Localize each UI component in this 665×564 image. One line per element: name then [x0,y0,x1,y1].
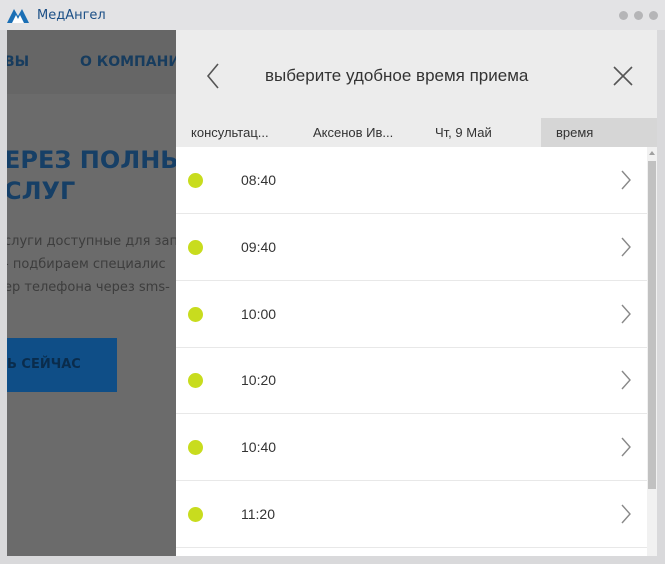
step-time[interactable]: время [541,118,657,147]
app-window: МедАнгел ВЫ О КОМПАНИИ ЕРЕЗ ПОЛНЫ СЛУГ с… [0,0,665,564]
scroll-up-icon[interactable] [649,151,655,155]
available-dot-icon [188,240,203,255]
slot-list-scrollbar[interactable] [647,147,657,556]
scroll-thumb[interactable] [648,161,656,489]
chevron-right-icon [621,370,631,390]
slot-time: 11:20 [241,506,275,522]
available-dot-icon [188,173,203,188]
step-service[interactable]: консультац... [191,118,291,147]
time-slot[interactable]: 10:40 [176,414,647,481]
hero-text-line: слуги доступные для зап [7,234,178,249]
panel-title: выберите удобное время приема [265,66,529,85]
time-slot[interactable]: 09:40 [176,214,647,281]
hero-description: слуги доступные для зап - подбираем спец… [7,230,178,299]
slot-time: 08:40 [241,172,277,188]
available-dot-icon [188,307,203,322]
window-dot-icon[interactable] [619,11,628,20]
slot-time: 10:00 [241,306,277,322]
slot-time: 10:40 [241,439,277,455]
step-date[interactable]: Чт, 9 Май [435,118,535,147]
window-dot-icon[interactable] [634,11,643,20]
chevron-right-icon [621,437,631,457]
chevron-right-icon [621,304,631,324]
nav-item-about[interactable]: О КОМПАНИИ [80,54,192,70]
time-slot[interactable]: 10:00 [176,281,647,348]
hero-title: ЕРЕЗ ПОЛНЫ СЛУГ [7,145,185,207]
available-dot-icon [188,440,203,455]
book-now-button[interactable]: Ь СЕЙЧАС [7,338,117,392]
hero-text-line: - подбираем специалис [7,257,166,272]
hero-title-line: СЛУГ [7,177,76,205]
booking-panel: выберите удобное время приема консультац… [176,30,657,556]
chevron-left-icon[interactable] [202,62,224,90]
slot-time: 10:20 [241,372,277,388]
title-bar: МедАнгел [0,0,665,30]
time-slot[interactable]: 08:40 [176,147,647,214]
booking-steps: консультац... Аксенов Ив... Чт, 9 Май вр… [176,118,657,147]
hero-title-line: ЕРЕЗ ПОЛНЫ [7,146,186,174]
app-title: МедАнгел [37,8,106,23]
time-slot[interactable]: 10:20 [176,347,647,414]
nav-item-reviews[interactable]: ВЫ [7,54,29,70]
window-dot-icon[interactable] [649,11,658,20]
book-now-label: Ь СЕЙЧАС [7,357,81,372]
hero-text-line: ер телефона через sms- [7,280,170,295]
chevron-right-icon [621,504,631,524]
available-dot-icon [188,373,203,388]
chevron-right-icon [621,237,631,257]
time-slot-list: 08:40 09:40 10:00 10:20 10:40 11:20 [176,147,647,556]
time-slot[interactable]: 11:20 [176,481,647,548]
panel-header: выберите удобное время приема [176,30,657,118]
available-dot-icon [188,507,203,522]
chevron-right-icon [621,170,631,190]
step-doctor[interactable]: Аксенов Ив... [313,118,409,147]
close-icon[interactable] [611,64,635,88]
medangel-logo-icon [7,9,29,23]
slot-time: 09:40 [241,239,277,255]
